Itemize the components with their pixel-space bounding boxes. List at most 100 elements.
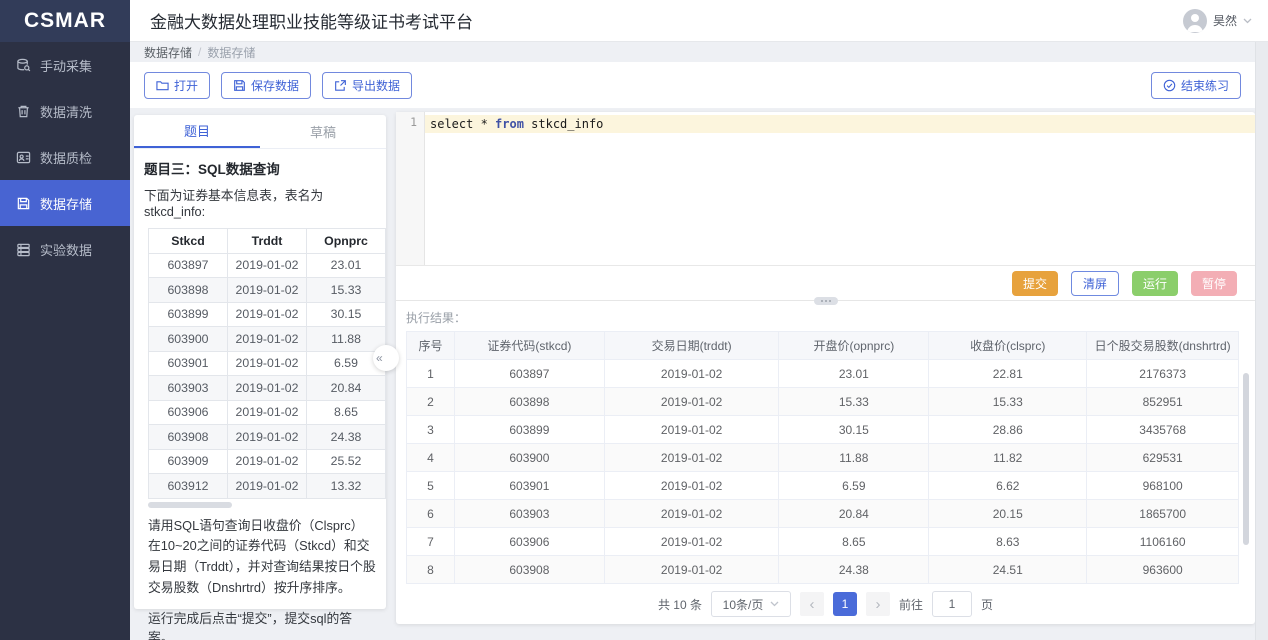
panel-collapse-handle[interactable]: « [373, 345, 399, 371]
sidebar-item-label: 数据清洗 [40, 102, 92, 121]
finish-practice-button[interactable]: 结束练习 [1151, 72, 1241, 99]
save-data-button[interactable]: 保存数据 [221, 72, 311, 99]
table-cell: 2019-01-02 [604, 472, 779, 500]
column-header: 日个股交易股数(dnshrtrd) [1087, 332, 1239, 360]
editor-gutter: 1 [396, 112, 425, 265]
tab-draft[interactable]: 草稿 [260, 115, 386, 148]
results-label: 执行结果： [406, 309, 1255, 326]
next-page-button[interactable]: › [866, 592, 890, 616]
table-cell: 603899 [149, 302, 228, 327]
table-cell: 8.65 [779, 528, 929, 556]
table-cell: 603908 [149, 425, 228, 450]
table-cell: 11.82 [929, 444, 1087, 472]
table-cell: 8.65 [307, 400, 386, 425]
double-chevron-left-icon: « [376, 351, 383, 365]
clear-screen-button[interactable]: 清屏 [1071, 271, 1119, 296]
question-table: Stkcd Trddt Opnprc 6038972019-01-0223.01… [148, 228, 386, 499]
table-cell: 603906 [149, 400, 228, 425]
table-row: 26038982019-01-0215.3315.33852951 [407, 388, 1239, 416]
table-cell: 15.33 [929, 388, 1087, 416]
sidebar-item-data-quality[interactable]: 数据质检 [0, 134, 130, 180]
table-cell: 13.32 [307, 474, 386, 499]
table-cell: 24.38 [307, 425, 386, 450]
splitter-drag-handle[interactable] [814, 297, 838, 305]
line-number: 1 [410, 115, 417, 129]
question-table-header: Stkcd Trddt Opnprc [149, 229, 386, 254]
results-table-header: 序号 证券代码(stkcd) 交易日期(trddt) 开盘价(opnprc) 收… [407, 332, 1239, 360]
column-header: 收盘价(clsprc) [929, 332, 1087, 360]
table-row: 6039062019-01-028.65 [149, 400, 386, 425]
table-cell: 603898 [149, 278, 228, 303]
table-cell: 6 [407, 500, 455, 528]
table-cell: 11.88 [307, 327, 386, 352]
table-row: 36038992019-01-0230.1528.863435768 [407, 416, 1239, 444]
table-cell: 20.84 [307, 376, 386, 401]
table-cell: 963600 [1087, 556, 1239, 584]
page-number-button[interactable]: 1 [833, 592, 857, 616]
table-cell: 2019-01-02 [228, 253, 307, 278]
table-cell: 603909 [149, 449, 228, 474]
trash-icon [15, 103, 31, 119]
export-data-button[interactable]: 导出数据 [322, 72, 412, 99]
table-cell: 30.15 [307, 302, 386, 327]
database-search-icon [15, 57, 31, 73]
question-title: 题目三：SQL数据查询 [134, 149, 386, 180]
table-cell: 603897 [149, 253, 228, 278]
user-avatar [1183, 9, 1207, 33]
breadcrumb-separator: / [198, 45, 201, 59]
server-stack-icon [15, 241, 31, 257]
page-scrollbar-track[interactable] [1255, 42, 1268, 640]
table-cell: 7 [407, 528, 455, 556]
results-table-wrap: 序号 证券代码(stkcd) 交易日期(trddt) 开盘价(opnprc) 收… [406, 331, 1239, 584]
table-cell: 15.33 [779, 388, 929, 416]
table-row: 6039012019-01-026.59 [149, 351, 386, 376]
submit-button[interactable]: 提交 [1012, 271, 1058, 296]
prev-page-button[interactable]: ‹ [800, 592, 824, 616]
goto-page-input[interactable] [932, 591, 972, 617]
breadcrumb-level1[interactable]: 数据存储 [144, 44, 192, 61]
table-cell: 603908 [455, 556, 605, 584]
question-table-body: 6038972019-01-0223.016038982019-01-0215.… [149, 253, 386, 498]
sidebar-item-data-clean[interactable]: 数据清洗 [0, 88, 130, 134]
table-cell: 30.15 [779, 416, 929, 444]
table-cell: 2019-01-02 [228, 278, 307, 303]
breadcrumb-level2: 数据存储 [207, 44, 255, 61]
user-menu[interactable]: 昊然 [1183, 9, 1252, 33]
question-panel: 题目 草稿 题目三：SQL数据查询 下面为证券基本信息表，表名为stkcd_in… [134, 115, 386, 609]
table-row: 66039032019-01-0220.8420.151865700 [407, 500, 1239, 528]
vertical-scrollbar-thumb[interactable] [1243, 373, 1249, 545]
column-header: Stkcd [149, 229, 228, 254]
sidebar-item-data-storage[interactable]: 数据存储 [0, 180, 130, 226]
page-size-select[interactable]: 10条/页 [711, 591, 791, 617]
table-cell: 15.33 [307, 278, 386, 303]
table-cell: 2019-01-02 [228, 449, 307, 474]
table-cell: 28.86 [929, 416, 1087, 444]
page-size-value: 10条/页 [723, 596, 764, 613]
table-cell: 25.52 [307, 449, 386, 474]
run-button[interactable]: 运行 [1132, 271, 1178, 296]
pause-button[interactable]: 暂停 [1191, 271, 1237, 296]
sidebar-item-manual-collect[interactable]: 手动采集 [0, 42, 130, 88]
check-circle-icon [1163, 79, 1176, 92]
toolbar: 打开 保存数据 导出数据 结束练习 [130, 62, 1255, 108]
sidebar-item-experiment-data[interactable]: 实验数据 [0, 226, 130, 272]
table-cell: 603912 [149, 474, 228, 499]
column-header: Trddt [228, 229, 307, 254]
chevron-down-icon [1243, 15, 1252, 27]
table-cell: 2 [407, 388, 455, 416]
table-cell: 2176373 [1087, 360, 1239, 388]
table-cell: 2019-01-02 [604, 528, 779, 556]
editor-code-area[interactable]: select * from stkcd_info [425, 112, 1255, 265]
table-cell: 23.01 [307, 253, 386, 278]
open-button[interactable]: 打开 [144, 72, 210, 99]
table-cell: 2019-01-02 [604, 360, 779, 388]
editor-action-bar: 提交 清屏 运行 暂停 [396, 266, 1255, 300]
table-cell: 6.59 [779, 472, 929, 500]
save-data-button-label: 保存数据 [251, 77, 299, 94]
tab-question[interactable]: 题目 [134, 115, 260, 148]
table-cell: 2019-01-02 [604, 444, 779, 472]
chevron-down-icon [770, 601, 779, 607]
table-cell: 1865700 [1087, 500, 1239, 528]
save-icon [233, 79, 246, 92]
sql-editor[interactable]: 1 select * from stkcd_info [396, 112, 1255, 266]
